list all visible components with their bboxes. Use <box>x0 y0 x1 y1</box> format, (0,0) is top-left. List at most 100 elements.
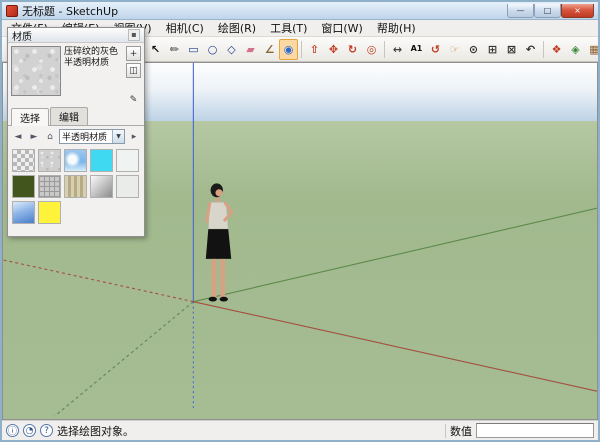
home-icon[interactable]: ⌂ <box>43 130 57 144</box>
components-icon[interactable]: ▦ <box>585 39 600 60</box>
zoom-window-tool[interactable]: ⊞ <box>483 39 502 60</box>
zoom-window-tool-glyph: ⊞ <box>488 44 497 55</box>
offset-tool[interactable]: ◎ <box>362 39 381 60</box>
back-icon[interactable]: ◄ <box>11 130 25 144</box>
rotate-tool[interactable]: ↻ <box>343 39 362 60</box>
zoom-extents-tool[interactable]: ⊠ <box>502 39 521 60</box>
status-message: 选择绘图对象。 <box>57 423 134 439</box>
push-pull-tool[interactable]: ⇧ <box>305 39 324 60</box>
materials-panel-header[interactable]: 材质 ▪ <box>8 28 144 43</box>
swatch-frosted-gray[interactable] <box>38 149 61 172</box>
polygon-tool-glyph: ◇ <box>227 44 235 55</box>
select-tool[interactable]: ↖ <box>146 39 165 60</box>
previous-view-tool[interactable]: ↶ <box>521 39 540 60</box>
window-controls: — □ × <box>507 4 594 18</box>
measurement-input[interactable] <box>476 423 594 438</box>
share-models-icon-glyph: ◈ <box>571 44 579 55</box>
swatch-sky-blue[interactable] <box>64 149 87 172</box>
move-tool-glyph: ✥ <box>329 44 338 55</box>
swatch-dark-green-glass[interactable] <box>12 175 35 198</box>
minimize-button[interactable]: — <box>507 4 534 18</box>
eraser-tool[interactable]: ▰ <box>241 39 260 60</box>
text-tool[interactable]: A1 <box>407 39 426 60</box>
paint-bucket-tool-glyph: ◉ <box>284 44 294 55</box>
measurement-label: 数值 <box>450 423 472 439</box>
menu-camera[interactable]: 相机(C) <box>159 19 211 37</box>
swatch-silver-metal[interactable] <box>90 175 113 198</box>
materials-panel-title: 材质 <box>12 28 32 43</box>
materials-tabs: 选择 编辑 <box>8 110 144 126</box>
menu-window[interactable]: 窗口(W) <box>314 19 369 37</box>
app-icon <box>6 5 18 17</box>
menu-draw[interactable]: 绘图(R) <box>211 19 263 37</box>
previous-view-tool-glyph: ↶ <box>526 44 535 55</box>
person-figure[interactable] <box>206 183 232 301</box>
statusbar-separator <box>445 424 446 438</box>
chevron-down-icon[interactable]: ▼ <box>112 130 124 143</box>
push-pull-tool-glyph: ⇧ <box>310 44 319 55</box>
get-models-icon[interactable]: ❖ <box>547 39 566 60</box>
window-title: 无标题 - SketchUp <box>22 3 118 19</box>
materials-nav: ◄ ► ⌂ 半透明材质 ▼ ▸ <box>8 126 144 145</box>
close-button[interactable]: × <box>561 4 594 18</box>
get-models-icon-glyph: ❖ <box>552 44 562 55</box>
maximize-button[interactable]: □ <box>534 4 561 18</box>
toolbar-icons: ↖✏▭○◇▰∠◉⇧✥↻◎↔A1↺☞⊙⊞⊠↶❖◈▦◧ <box>146 39 600 60</box>
line-tool-glyph: ✏ <box>170 44 179 55</box>
material-preview-section: 压碎纹的灰色半透明材质 + ◫ ✎ <box>8 43 144 110</box>
tab-edit[interactable]: 编辑 <box>50 107 88 125</box>
swatch-translucent-checker[interactable] <box>12 149 35 172</box>
swatch-cyan-glass[interactable] <box>90 149 113 172</box>
move-tool[interactable]: ✥ <box>324 39 343 60</box>
forward-icon[interactable]: ► <box>27 130 41 144</box>
swatch-yellow-glass[interactable] <box>38 201 61 224</box>
geolocation-icon[interactable]: ⓘ <box>6 424 19 437</box>
swatch-gray-mesh[interactable] <box>38 175 61 198</box>
orbit-tool[interactable]: ↺ <box>426 39 445 60</box>
toolbar-separator <box>301 41 302 58</box>
material-preview-thumbnail[interactable] <box>11 46 61 96</box>
swatch-light-frost[interactable] <box>116 175 139 198</box>
swatch-tan-stripe[interactable] <box>64 175 87 198</box>
material-side-buttons: + ◫ ✎ <box>126 46 141 107</box>
share-models-icon[interactable]: ◈ <box>566 39 585 60</box>
materials-swatch-grid <box>8 145 144 228</box>
display-pane-icon[interactable]: ◫ <box>126 63 141 78</box>
swatch-clear-light[interactable] <box>116 149 139 172</box>
line-tool[interactable]: ✏ <box>165 39 184 60</box>
paint-bucket-tool[interactable]: ◉ <box>279 39 298 60</box>
sketchup-window: 无标题 - SketchUp — □ × 文件(F) 编辑(E) 视图(V) 相… <box>0 0 600 442</box>
swatch-blue-water[interactable] <box>12 201 35 224</box>
dimension-tool[interactable]: ↔ <box>388 39 407 60</box>
toolbar-separator <box>384 41 385 58</box>
sample-paint-icon[interactable]: ✎ <box>126 92 141 107</box>
credits-icon[interactable]: ◔ <box>23 424 36 437</box>
rectangle-tool-glyph: ▭ <box>188 44 198 55</box>
materials-category-value: 半透明材质 <box>62 130 107 143</box>
create-material-icon[interactable]: + <box>126 46 141 61</box>
help-icon[interactable]: ? <box>40 424 53 437</box>
red-axis-negative <box>3 260 193 302</box>
pan-tool[interactable]: ☞ <box>445 39 464 60</box>
tape-measure-tool[interactable]: ∠ <box>260 39 279 60</box>
zoom-tool[interactable]: ⊙ <box>464 39 483 60</box>
tab-select[interactable]: 选择 <box>11 108 49 126</box>
rectangle-tool[interactable]: ▭ <box>184 39 203 60</box>
green-axis-negative <box>55 302 194 416</box>
pan-tool-glyph: ☞ <box>450 44 460 55</box>
material-name: 压碎纹的灰色半透明材质 <box>64 46 123 107</box>
offset-tool-glyph: ◎ <box>367 44 377 55</box>
polygon-tool[interactable]: ◇ <box>222 39 241 60</box>
tape-measure-tool-glyph: ∠ <box>265 44 275 55</box>
menu-tools[interactable]: 工具(T) <box>263 19 314 37</box>
zoom-tool-glyph: ⊙ <box>469 44 478 55</box>
panel-toggle-icon[interactable]: ▪ <box>128 29 140 41</box>
title-bar[interactable]: 无标题 - SketchUp — □ × <box>2 2 598 20</box>
circle-tool[interactable]: ○ <box>203 39 222 60</box>
components-icon-glyph: ▦ <box>589 44 599 55</box>
materials-category-dropdown[interactable]: 半透明材质 ▼ <box>59 129 125 144</box>
status-bar: ⓘ ◔ ? 选择绘图对象。 数值 <box>2 420 598 440</box>
menu-help[interactable]: 帮助(H) <box>370 19 423 37</box>
toolbar-separator <box>543 41 544 58</box>
details-arrow-icon[interactable]: ▸ <box>127 130 141 144</box>
